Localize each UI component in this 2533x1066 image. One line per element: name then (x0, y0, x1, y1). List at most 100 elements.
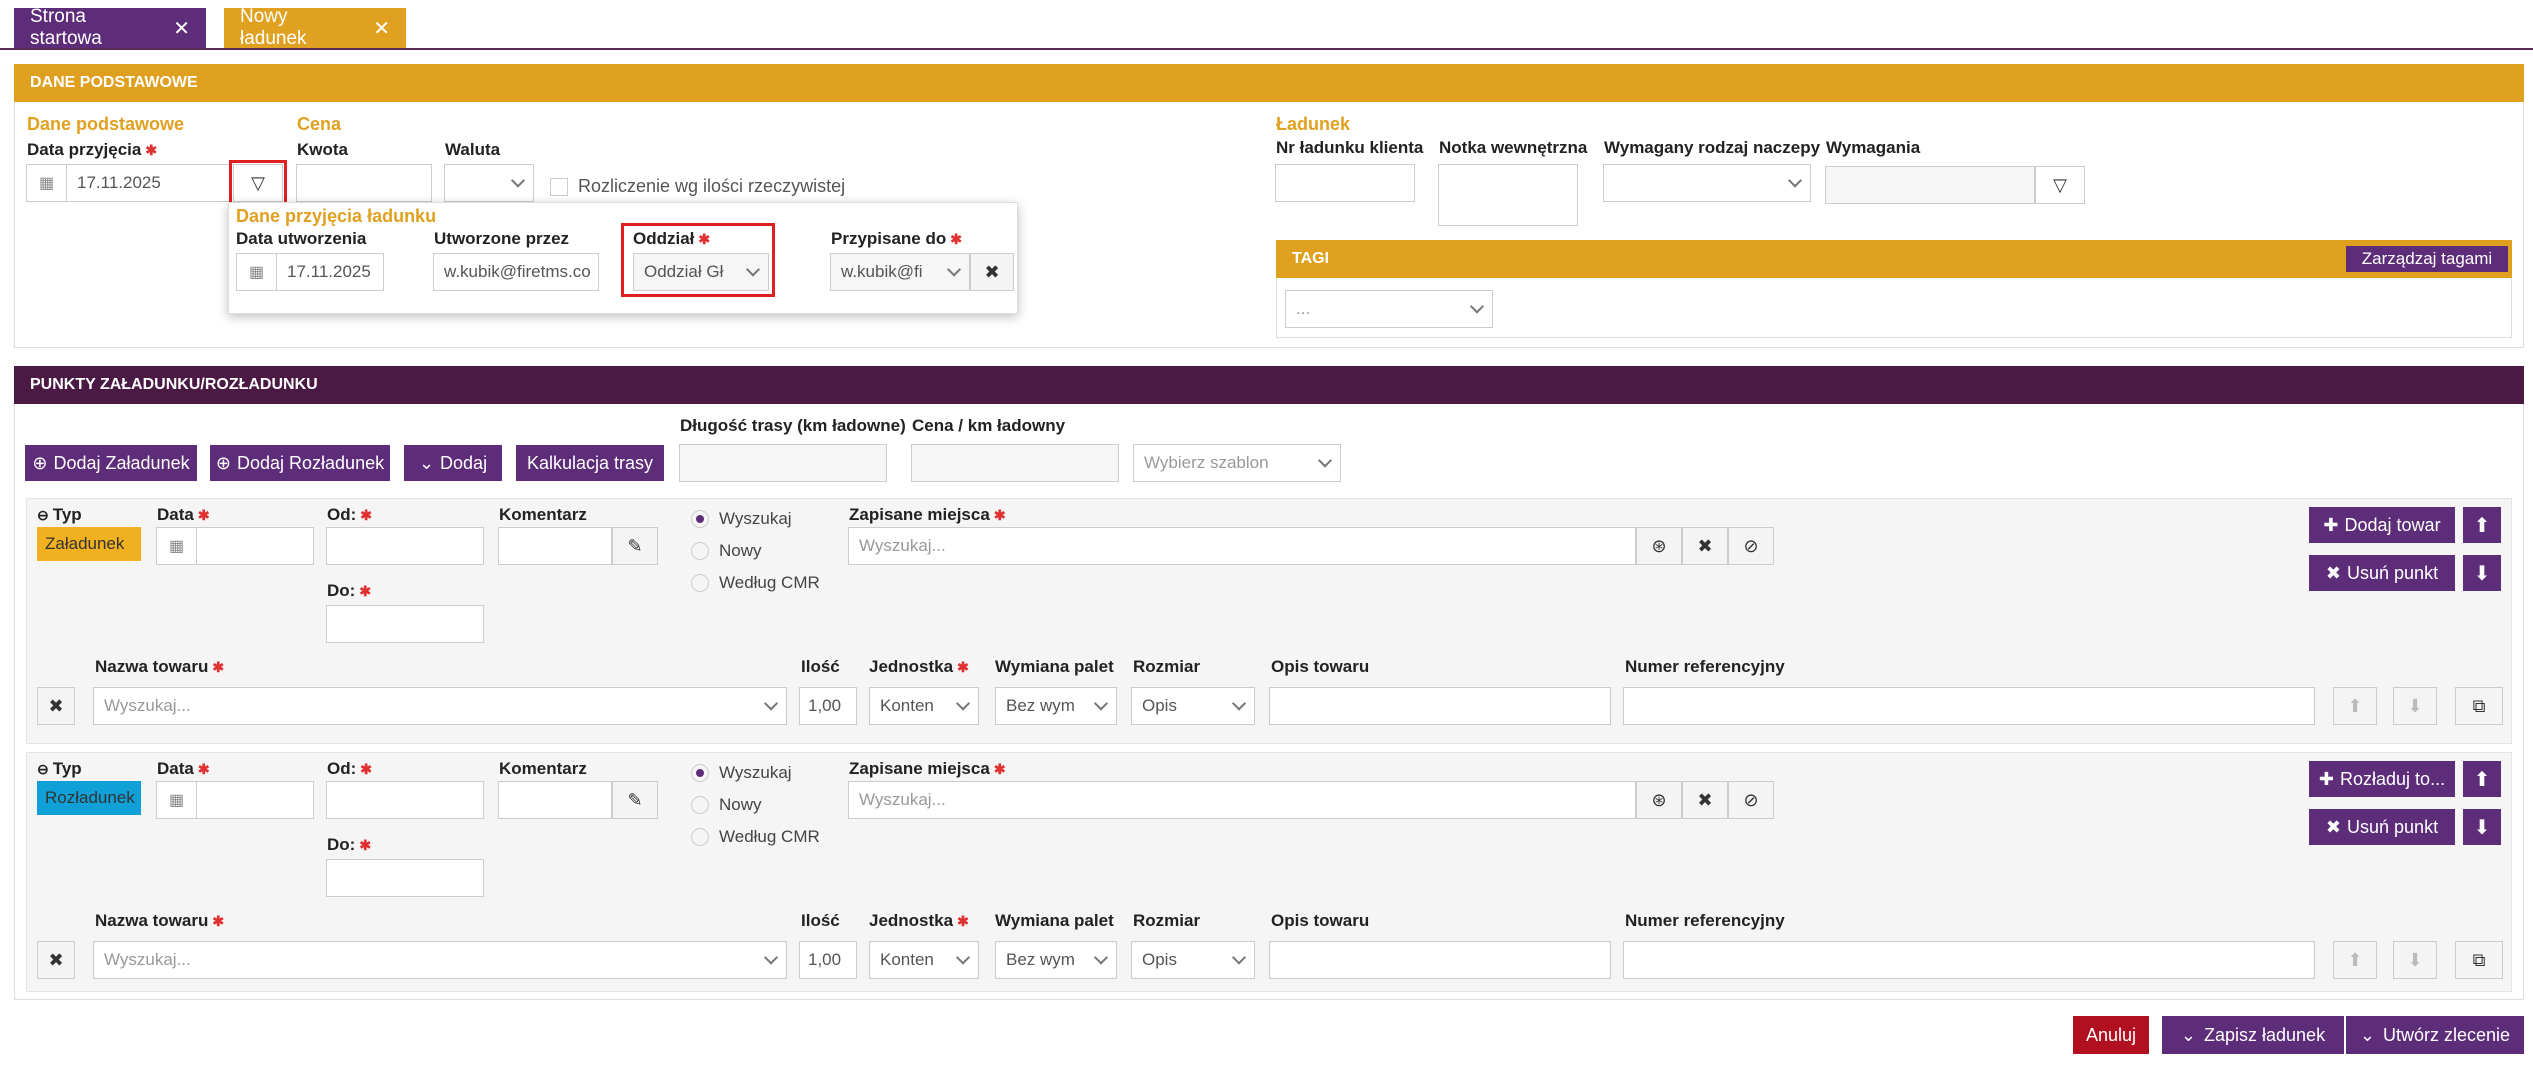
unload-goods-button[interactable]: ✚ Rozładuj to... (2309, 761, 2455, 797)
manage-tags-button[interactable]: Zarządzaj tagami (2346, 246, 2508, 272)
save-button[interactable]: ⌄ Zapisz ładunek (2162, 1016, 2344, 1054)
ref-input[interactable] (1623, 687, 2315, 725)
qty-input[interactable]: 1,00 (799, 941, 857, 979)
edit-icon[interactable]: ✎ (612, 781, 658, 819)
goods-name-select[interactable]: Wyszukaj... (93, 687, 787, 725)
tags-select[interactable]: ... (1285, 290, 1493, 328)
comment-input[interactable] (498, 527, 612, 565)
edit-icon[interactable]: ✎ (612, 527, 658, 565)
collapse-icon[interactable]: ⊖ (37, 507, 49, 523)
size-select[interactable]: Opis (1131, 941, 1255, 979)
clear-icon[interactable]: ✖ (1682, 527, 1728, 565)
radio-cmr[interactable]: Według CMR (691, 573, 820, 593)
assigned-select[interactable]: w.kubik@fi (830, 253, 970, 291)
goods-name-select[interactable]: Wyszukaj... (93, 941, 787, 979)
remove-point-button[interactable]: ✖ Usuń punkt (2309, 809, 2455, 845)
radio-icon[interactable] (691, 574, 709, 592)
move-down-icon[interactable]: ⬇ (2463, 555, 2501, 591)
goods-down-icon[interactable]: ⬇ (2393, 687, 2437, 725)
size-select[interactable]: Opis (1131, 687, 1255, 725)
radio-new[interactable]: Nowy (691, 541, 762, 561)
compass-icon[interactable]: ⊘ (1728, 781, 1774, 819)
to-input[interactable] (326, 605, 484, 643)
to-input[interactable] (326, 859, 484, 897)
copy-icon[interactable]: ⧉ (2455, 941, 2503, 979)
goods-name-placeholder: Wyszukaj... (104, 696, 191, 715)
remove-goods-icon[interactable]: ✖ (37, 687, 75, 725)
radio-cmr[interactable]: Według CMR (691, 827, 820, 847)
radio-search[interactable]: Wyszukaj (691, 509, 792, 529)
currency-select[interactable] (444, 164, 534, 202)
tab-new-cargo[interactable]: Nowy ładunek ✕ (224, 6, 406, 49)
requirements-input[interactable] (1825, 166, 2035, 204)
created-date-input[interactable]: ▦ 17.11.2025 (236, 253, 384, 291)
create-order-button[interactable]: ⌄ Utwórz zlecenie (2346, 1016, 2524, 1054)
route-len-input[interactable] (679, 444, 887, 482)
radio-icon[interactable] (691, 542, 709, 560)
from-input[interactable] (326, 527, 484, 565)
radio-icon[interactable] (691, 796, 709, 814)
radio-label: Nowy (719, 541, 762, 560)
goods-up-icon[interactable]: ⬆ (2333, 687, 2377, 725)
remove-goods-icon[interactable]: ✖ (37, 941, 75, 979)
date-input[interactable]: ▦ 17.11.2025 (26, 164, 232, 202)
places-input[interactable]: Wyszukaj... (848, 781, 1636, 819)
add-unloading-button[interactable]: ⊕ Dodaj Rozładunek (210, 445, 390, 481)
goods-down-icon[interactable]: ⬇ (2393, 941, 2437, 979)
remove-point-button[interactable]: ✖ Usuń punkt (2309, 555, 2455, 591)
calendar-icon[interactable]: ▦ (157, 782, 197, 818)
places-input[interactable]: Wyszukaj... (848, 527, 1636, 565)
move-up-icon[interactable]: ⬆ (2463, 507, 2501, 543)
from-input[interactable] (326, 781, 484, 819)
add-button[interactable]: ⌄ Dodaj (404, 445, 502, 481)
go-icon[interactable]: ⊛ (1636, 781, 1682, 819)
unit-select[interactable]: Konten (869, 687, 979, 725)
radio-icon[interactable] (691, 764, 709, 782)
settlement-checkbox[interactable]: Rozliczenie wg ilości rzeczywistej (550, 176, 845, 197)
radio-label: Wyszukaj (719, 509, 792, 528)
move-up-icon[interactable]: ⬆ (2463, 761, 2501, 797)
date-input[interactable]: ▦ (156, 781, 314, 819)
route-calc-button[interactable]: Kalkulacja trasy (516, 445, 664, 481)
clear-icon[interactable]: ✖ (1682, 781, 1728, 819)
filter-icon[interactable]: ▽ (2035, 166, 2085, 204)
internal-note-input[interactable] (1438, 164, 1578, 226)
radio-icon[interactable] (691, 510, 709, 528)
move-down-icon[interactable]: ⬇ (2463, 809, 2501, 845)
unit-select[interactable]: Konten (869, 941, 979, 979)
amount-input[interactable] (296, 164, 432, 202)
radio-new[interactable]: Nowy (691, 795, 762, 815)
go-icon[interactable]: ⊛ (1636, 527, 1682, 565)
goods-up-icon[interactable]: ⬆ (2333, 941, 2377, 979)
close-icon[interactable]: ✕ (373, 16, 390, 41)
price-km-input[interactable] (911, 444, 1119, 482)
clear-assigned-icon[interactable]: ✖ (970, 253, 1014, 291)
client-nr-input[interactable] (1275, 164, 1415, 202)
calendar-icon[interactable]: ▦ (27, 165, 67, 201)
created-by-input[interactable]: w.kubik@firetms.co (433, 253, 599, 291)
calendar-icon[interactable]: ▦ (237, 254, 277, 290)
collapse-icon[interactable]: ⊖ (37, 761, 49, 777)
cancel-button[interactable]: Anuluj (2073, 1016, 2149, 1054)
desc-input[interactable] (1269, 687, 1611, 725)
ref-input[interactable] (1623, 941, 2315, 979)
pallet-select[interactable]: Bez wym (995, 687, 1117, 725)
qty-input[interactable]: 1,00 (799, 687, 857, 725)
compass-icon[interactable]: ⊘ (1728, 527, 1774, 565)
radio-search[interactable]: Wyszukaj (691, 763, 792, 783)
pallet-select[interactable]: Bez wym (995, 941, 1117, 979)
close-icon[interactable]: ✕ (173, 16, 190, 41)
checkbox-icon[interactable] (550, 177, 568, 196)
add-loading-button[interactable]: ⊕ Dodaj Załadunek (25, 445, 197, 481)
add-goods-button[interactable]: ✚ Dodaj towar (2309, 507, 2455, 543)
created-by-label: Utworzone przez (434, 229, 570, 248)
comment-input[interactable] (498, 781, 612, 819)
trailer-select[interactable] (1603, 164, 1811, 202)
desc-input[interactable] (1269, 941, 1611, 979)
calendar-icon[interactable]: ▦ (157, 528, 197, 564)
template-select[interactable]: Wybierz szablon (1133, 444, 1341, 482)
date-input[interactable]: ▦ (156, 527, 314, 565)
copy-icon[interactable]: ⧉ (2455, 687, 2503, 725)
tab-home[interactable]: Strona startowa ✕ (14, 6, 206, 49)
radio-icon[interactable] (691, 828, 709, 846)
